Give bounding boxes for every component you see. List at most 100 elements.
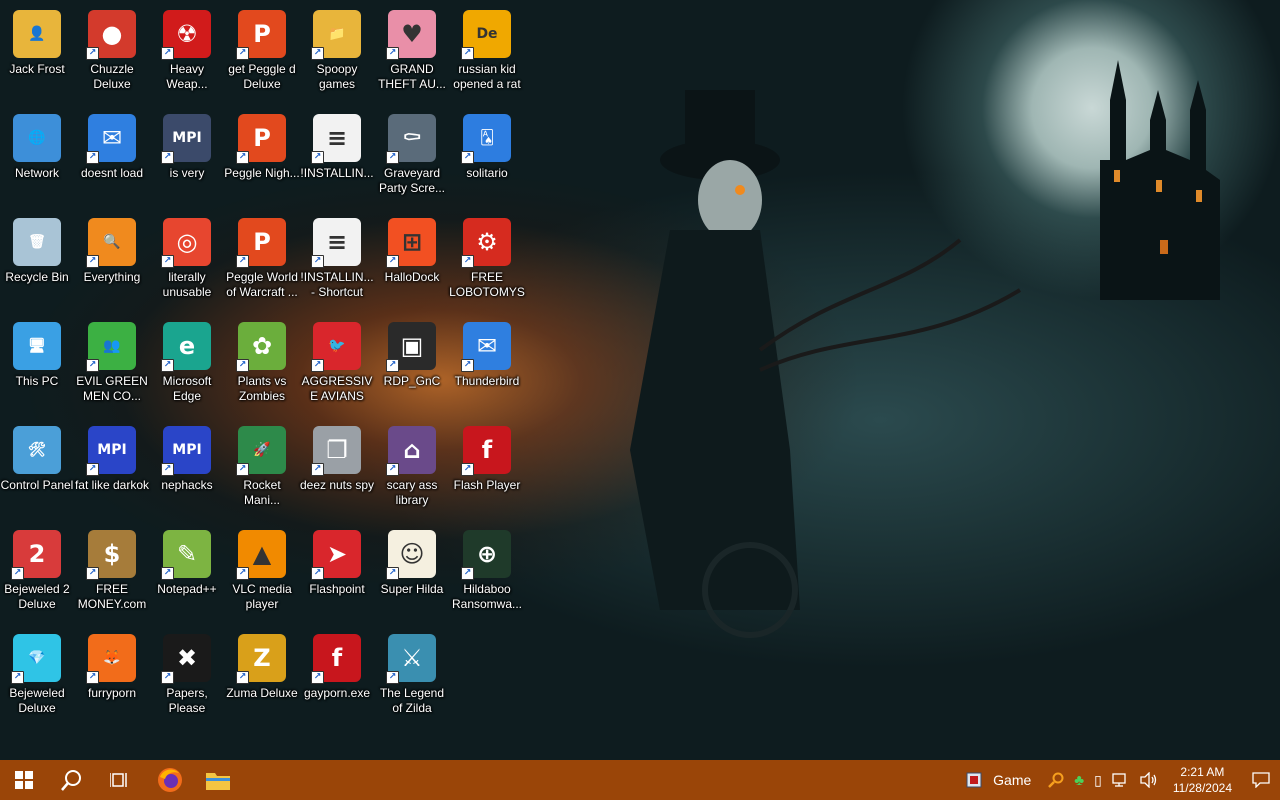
notifications-button[interactable] [1242,760,1280,800]
desktop-icon[interactable]: $ ↗ FREE MONEY.com [75,524,149,624]
desktop-icon[interactable]: ✉ ↗ Thunderbird [450,316,524,416]
desktop-icon-label: Plants vs Zombies [237,374,287,403]
desktop-icon[interactable]: ➤ ↗ Flashpoint [300,524,374,624]
desktop-icon[interactable]: 🌐 Network [0,108,74,208]
desktop-icon-label: FREE LOBOTOMYS [449,270,525,299]
desktop-icon[interactable]: 🛠 Control Panel [0,420,74,520]
icon-glyph: 🦊 [103,650,121,666]
icon-glyph: ● [101,20,123,48]
desktop-icon[interactable]: 🐦 ↗ AGGRESSIVE AVIANS [300,316,374,416]
desktop-icon[interactable]: e ↗ Microsoft Edge [150,316,224,416]
desktop-icon[interactable]: ≡ ↗ !INSTALLIN... - Shortcut [300,212,374,312]
desktop[interactable]: 👤 Jack Frost 🌐 Network 🗑 Recycle Bin 🖥 This PC 🛠… [0,0,1280,760]
icon-glyph: ☺ [399,540,425,568]
peggle-icon: P ↗ [236,10,286,60]
desktop-icon[interactable]: ✿ ↗ Plants vs Zombies [225,316,299,416]
shortcut-arrow-icon: ↗ [311,359,324,372]
desktop-icon-label: nephacks [161,478,213,492]
search-button[interactable] [48,760,96,800]
desktop-icon[interactable]: ✉ ↗ doesnt load [75,108,149,208]
desktop-icon[interactable]: 👤 Jack Frost [0,4,74,104]
volume-tray-icon[interactable] [1135,760,1163,800]
desktop-icon[interactable]: ⊞ ↗ HalloDock [375,212,449,312]
desktop-icon[interactable]: f ↗ gayporn.exe [300,628,374,728]
shortcut-arrow-icon: ↗ [86,255,99,268]
control-panel-icon: 🛠 [13,426,61,474]
shortcut-arrow-icon: ↗ [461,151,474,164]
game-tray-button[interactable]: Game [960,760,1043,800]
clock[interactable]: 2:21 AM 11/28/2024 [1163,764,1242,796]
castle-wallpaper-art [1100,60,1220,300]
icon-glyph: ⚰ [401,124,423,152]
desktop-icon[interactable]: 💎 ↗ Bejeweled Deluxe [0,628,74,728]
network-tray-icon[interactable] [1107,760,1135,800]
desktop-icon[interactable]: ● ↗ Chuzzle Deluxe [75,4,149,104]
task-view-button[interactable] [96,760,144,800]
desktop-icon[interactable]: ☺ ↗ Super Hilda [375,524,449,624]
desktop-icon[interactable]: 2 ↗ Bejeweled 2 Deluxe [0,524,74,624]
flower-icon: ✿ ↗ [236,322,286,372]
icon-glyph: f [481,436,493,464]
chuzzle-icon: ● ↗ [86,10,136,60]
icon-glyph: ≡ [326,124,348,152]
desktop-icon[interactable]: ⚔ ↗ The Legend of Zilda [375,628,449,728]
desktop-icon[interactable]: MPI ↗ nephacks [150,420,224,520]
everything-tray-icon[interactable] [1043,760,1069,800]
desktop-icon[interactable]: ✖ ↗ Papers, Please [150,628,224,728]
desktop-icon[interactable]: P ↗ Peggle Nigh... [224,108,300,208]
desktop-icon-label: fat like darkok [74,478,150,492]
yashma-icon: ⊕ ↗ [461,530,511,580]
desktop-icon[interactable]: P ↗ Peggle World of Warcraft ... [225,212,299,312]
shortcut-arrow-icon: ↗ [461,47,474,60]
desktop-icon[interactable]: ▲ ↗ VLC media player [225,524,299,624]
desktop-icon[interactable]: ⚰ ↗ Graveyard Party Scre... [375,108,449,208]
desktop-icon[interactable]: MPI ↗ is very [150,108,224,208]
desktop-icon[interactable]: 🚀 ↗ Rocket Mani... [225,420,299,520]
shortcut-arrow-icon: ↗ [86,463,99,476]
taskbar-file-explorer-button[interactable] [194,760,242,800]
diamond-icon: 💎 ↗ [11,634,61,684]
desktop-icon[interactable]: MPI ↗ fat like darkok [75,420,149,520]
desktop-icon[interactable]: De ↗ russian kid opened a rat [450,4,524,104]
desktop-icon[interactable]: 🂡 ↗ solitario [450,108,524,208]
desktop-icon-label: Heavy Weap... [166,62,208,91]
graveyard-icon: ⚰ ↗ [386,114,436,164]
desktop-icon-label: doesnt load [80,166,144,180]
desktop-icon[interactable]: ⚙ ↗ FREE LOBOTOMYS [449,212,525,312]
desktop-icon[interactable]: ✎ ↗ Notepad++ [150,524,224,624]
desktop-icon[interactable]: 📁 ↗ Spoopy games [300,4,374,104]
desktop-icon-label: Control Panel [0,478,74,492]
icon-glyph: 2 [28,540,46,568]
desktop-icon[interactable]: 🦊 ↗ furryporn [75,628,149,728]
desktop-icon[interactable]: 👥 ↗ EVIL GREEN MEN CO... [75,316,149,416]
flashpoint-icon: ➤ ↗ [311,530,361,580]
desktop-icon[interactable]: 🗑 Recycle Bin [0,212,74,312]
icon-glyph: 💎 [28,650,46,666]
desktop-icon[interactable]: P ↗ get Peggle d Deluxe [225,4,299,104]
desktop-icon-label: VLC media player [232,582,292,611]
shortcut-arrow-icon: ↗ [311,567,324,580]
desktop-icon[interactable]: 🖥 This PC [0,316,74,416]
desktop-icon[interactable]: f ↗ Flash Player [450,420,524,520]
desktop-icon[interactable]: 🔍 ↗ Everything [75,212,149,312]
device-tray-icon[interactable]: ▯ [1089,760,1107,800]
start-button[interactable] [0,760,48,800]
desktop-icon[interactable]: ⌂ ↗ scary ass library [375,420,449,520]
desktop-icon[interactable]: ⊕ ↗ Hildaboo Ransomwa... [450,524,524,624]
taskbar-firefox-button[interactable] [146,760,194,800]
magnifier-icon [1048,772,1064,788]
desktop-icon-label: Jack Frost [9,62,65,76]
icon-glyph: 🚀 [253,442,271,458]
icon-glyph: MPI [97,442,127,458]
desktop-icon[interactable]: ≡ ↗ !INSTALLIN... [300,108,374,208]
desktop-icon[interactable]: ▣ ↗ RDP_GnC [375,316,449,416]
de-logo-icon: De ↗ [461,10,511,60]
desktop-icon[interactable]: ❐ ↗ deez nuts spy [300,420,374,520]
desktop-icon-label: literally unusable [162,270,212,299]
desktop-icon[interactable]: ♥ ↗ GRAND THEFT AU... [375,4,449,104]
desktop-icon[interactable]: ☢ ↗ Heavy Weap... [150,4,224,104]
desktop-icon[interactable]: ◎ ↗ literally unusable [150,212,224,312]
desktop-icon[interactable]: Z ↗ Zuma Deluxe [225,628,299,728]
clover-tray-icon[interactable]: ♣ [1069,760,1089,800]
chrome-icon: ◎ ↗ [161,218,211,268]
